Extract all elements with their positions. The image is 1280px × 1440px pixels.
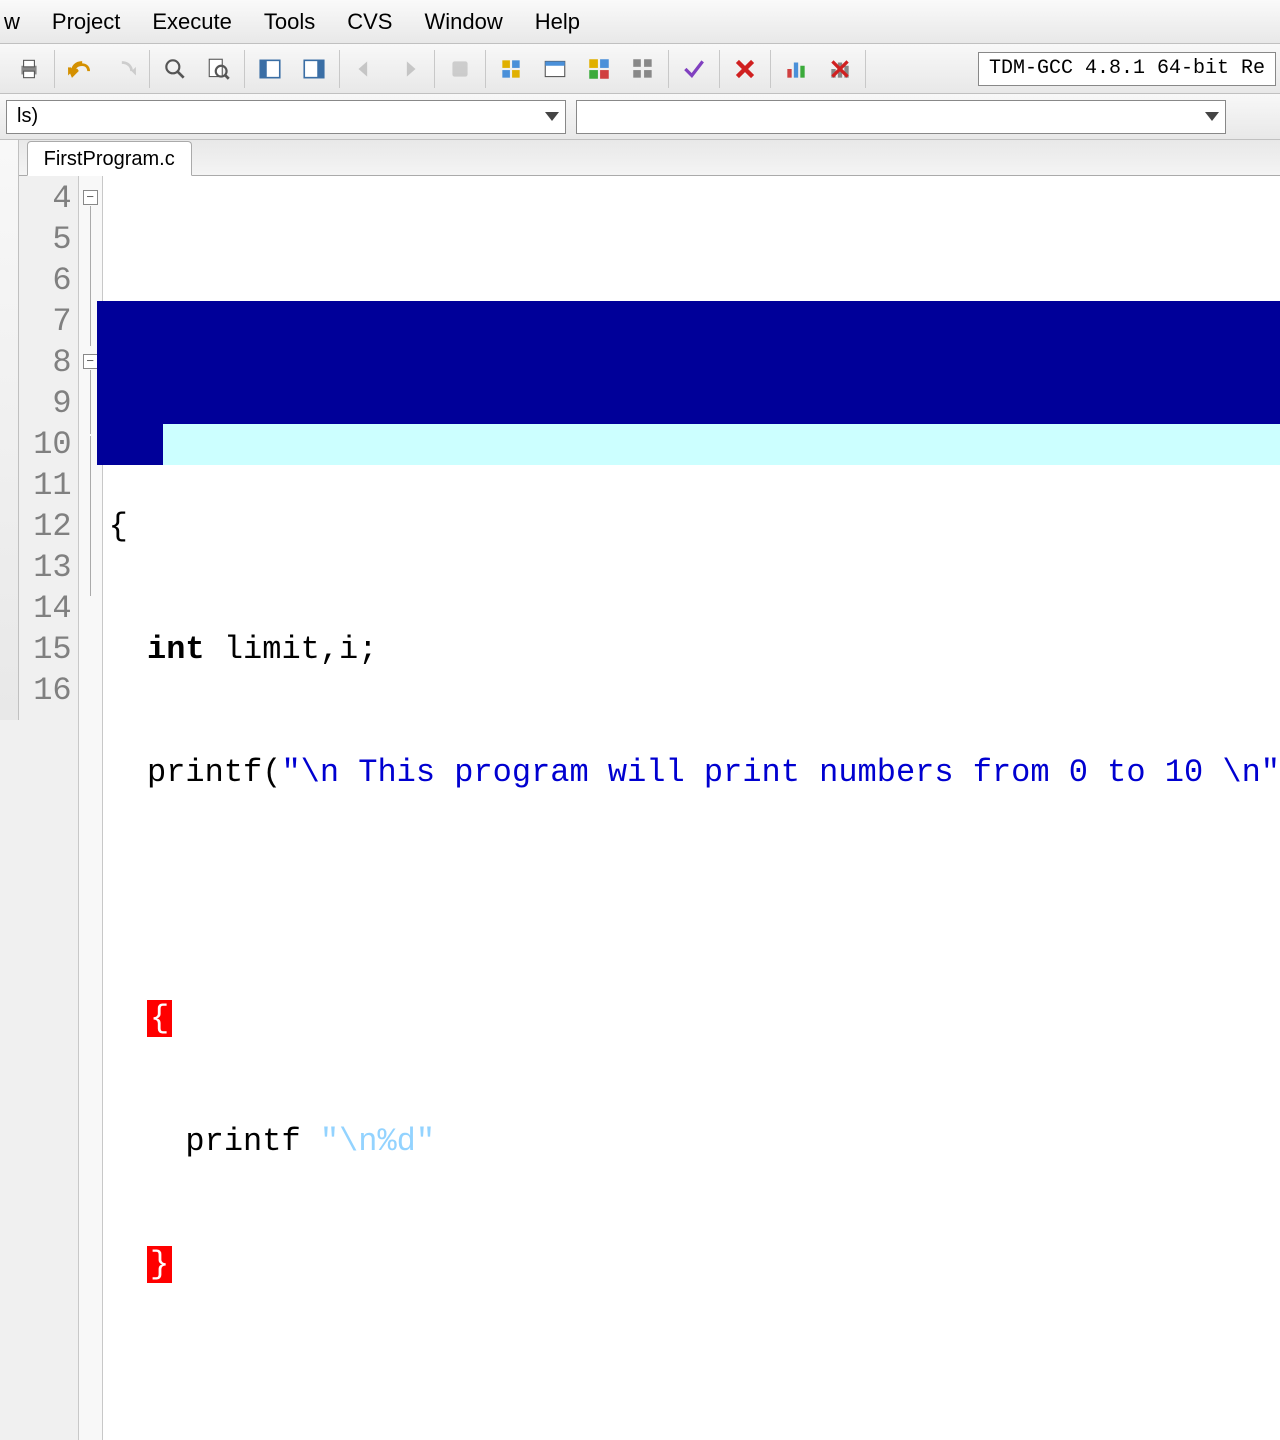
compiler-label: TDM-GCC 4.8.1 64-bit Re xyxy=(989,57,1265,80)
toolbar: TDM-GCC 4.8.1 64-bit Re xyxy=(0,44,1280,94)
menu-item-cvs[interactable]: CVS xyxy=(331,1,408,43)
sidebar[interactable] xyxy=(0,140,19,720)
code-view[interactable]: 4 5 6 7 8 9 10 11 12 13 14 15 16 − − xyxy=(19,176,1280,1440)
fold-toggle-icon[interactable]: − xyxy=(83,354,98,369)
compiler-selector[interactable]: TDM-GCC 4.8.1 64-bit Re xyxy=(978,52,1276,86)
redo-icon[interactable] xyxy=(107,52,141,86)
find-in-files-icon[interactable] xyxy=(202,52,236,86)
class-dropdown[interactable]: ls) xyxy=(6,100,566,134)
line-gutter: 4 5 6 7 8 9 10 11 12 13 14 15 16 xyxy=(19,176,79,1440)
menu-item-execute[interactable]: Execute xyxy=(136,1,248,43)
menubar: w Project Execute Tools CVS Window Help xyxy=(0,0,1280,44)
menu-item-help[interactable]: Help xyxy=(519,1,596,43)
rebuild-icon[interactable] xyxy=(626,52,660,86)
tab-row: FirstProgram.c xyxy=(19,140,1280,176)
class-dropdown-value: ls) xyxy=(17,105,38,128)
tab-firstprogram[interactable]: FirstProgram.c xyxy=(27,141,192,176)
menu-item-window[interactable]: Window xyxy=(408,1,518,43)
chevron-down-icon xyxy=(545,112,559,121)
find-icon[interactable] xyxy=(158,52,192,86)
nav-back-icon[interactable] xyxy=(348,52,382,86)
print-icon[interactable] xyxy=(12,52,46,86)
panel-right-icon[interactable] xyxy=(297,52,331,86)
workspace: FirstProgram.c 4 5 6 7 8 9 10 11 12 13 1… xyxy=(0,140,1280,720)
stop-icon[interactable] xyxy=(443,52,477,86)
run-icon[interactable] xyxy=(538,52,572,86)
menu-item-tools[interactable]: Tools xyxy=(248,1,331,43)
code-content[interactable]: { int limit,i; printf("\n This program w… xyxy=(103,176,1280,1440)
close-red-icon[interactable] xyxy=(728,52,762,86)
delete-profile-icon[interactable] xyxy=(823,52,857,86)
check-icon[interactable] xyxy=(677,52,711,86)
chevron-down-icon xyxy=(1205,112,1219,121)
nav-forward-icon[interactable] xyxy=(392,52,426,86)
compile-icon[interactable] xyxy=(494,52,528,86)
profile-icon[interactable] xyxy=(779,52,813,86)
compile-run-icon[interactable] xyxy=(582,52,616,86)
menu-item-w[interactable]: w xyxy=(0,1,36,43)
function-dropdown[interactable] xyxy=(576,100,1226,134)
undo-icon[interactable] xyxy=(63,52,97,86)
panel-left-icon[interactable] xyxy=(253,52,287,86)
menu-item-project[interactable]: Project xyxy=(36,1,136,43)
dropdown-row: ls) xyxy=(0,94,1280,140)
fold-toggle-icon[interactable]: − xyxy=(83,190,98,205)
editor-area: FirstProgram.c 4 5 6 7 8 9 10 11 12 13 1… xyxy=(19,140,1280,720)
